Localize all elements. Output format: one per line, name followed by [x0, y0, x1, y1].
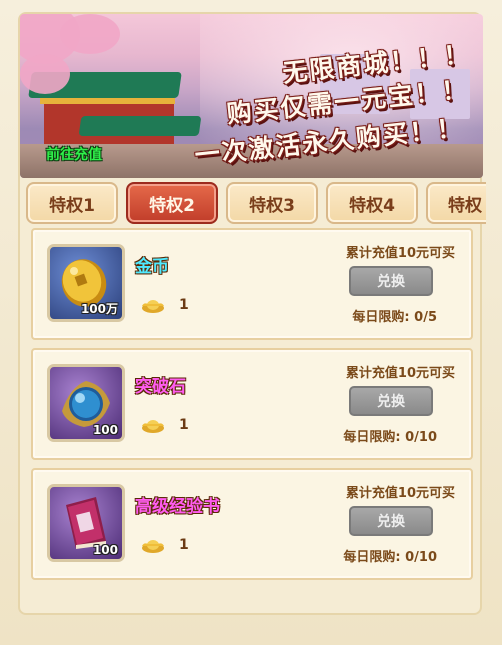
shop-item-card: 100 高级经验书 1 累计充值10元可买 兑换 每日限购: 0/10 [31, 468, 473, 580]
breakthrough-stone-icon: 100 [47, 364, 125, 442]
price-value: 1 [179, 537, 189, 553]
banner-blossom [20, 54, 70, 94]
exchange-button[interactable]: 兑换 [349, 266, 433, 296]
item-price: 1 [141, 536, 189, 554]
exchange-button[interactable]: 兑换 [349, 386, 433, 416]
yuanbao-ingot-icon [142, 420, 164, 433]
item-price: 1 [141, 296, 189, 314]
daily-limit-text: 每日限购: 0/10 [343, 430, 437, 445]
exchange-button[interactable]: 兑换 [349, 506, 433, 536]
shop-item-card: 100万 金币 1 累计充值10元可买 兑换 每日限购: 0/5 [31, 228, 473, 340]
requirement-text: 累计充值10元可买 [345, 246, 455, 261]
tab-privilege-1[interactable]: 特权1 [26, 182, 118, 224]
tab-privilege-4[interactable]: 特权4 [326, 182, 418, 224]
price-value: 1 [179, 417, 189, 433]
shop-panel: 无限商城！！！ 购买仅需一元宝！！ 一次激活永久购买！！ 前往充值 特权1 特权… [0, 0, 502, 645]
item-name: 突破石 [135, 377, 186, 397]
tab-privilege-3[interactable]: 特权3 [226, 182, 318, 224]
item-price: 1 [141, 416, 189, 434]
shop-banner: 无限商城！！！ 购买仅需一元宝！！ 一次激活永久购买！！ 前往充值 [20, 14, 483, 178]
item-quantity: 100 [92, 423, 118, 437]
item-name: 金币 [135, 257, 169, 277]
privilege-tabs: 特权1 特权2 特权3 特权4 特权 [26, 182, 486, 226]
item-quantity: 100 [92, 543, 118, 557]
yuanbao-ingot-icon [142, 300, 164, 313]
item-name: 高级经验书 [135, 497, 220, 517]
tab-privilege-2[interactable]: 特权2 [126, 182, 218, 224]
recharge-link[interactable]: 前往充值 [46, 144, 102, 164]
tab-privilege-5[interactable]: 特权 [426, 182, 486, 224]
yuanbao-ingot-icon [142, 540, 164, 553]
banner-palace-roof [78, 116, 202, 136]
requirement-text: 累计充值10元可买 [345, 486, 455, 501]
price-value: 1 [179, 297, 189, 313]
daily-limit-text: 每日限购: 0/5 [352, 310, 437, 325]
shop-item-card: 100 突破石 1 累计充值10元可买 兑换 每日限购: 0/10 [31, 348, 473, 460]
gold-coin-icon: 100万 [47, 244, 125, 322]
banner-blossom [60, 14, 120, 54]
requirement-text: 累计充值10元可买 [345, 366, 455, 381]
exp-book-icon: 100 [47, 484, 125, 562]
daily-limit-text: 每日限购: 0/10 [343, 550, 437, 565]
item-quantity: 100万 [80, 302, 118, 316]
